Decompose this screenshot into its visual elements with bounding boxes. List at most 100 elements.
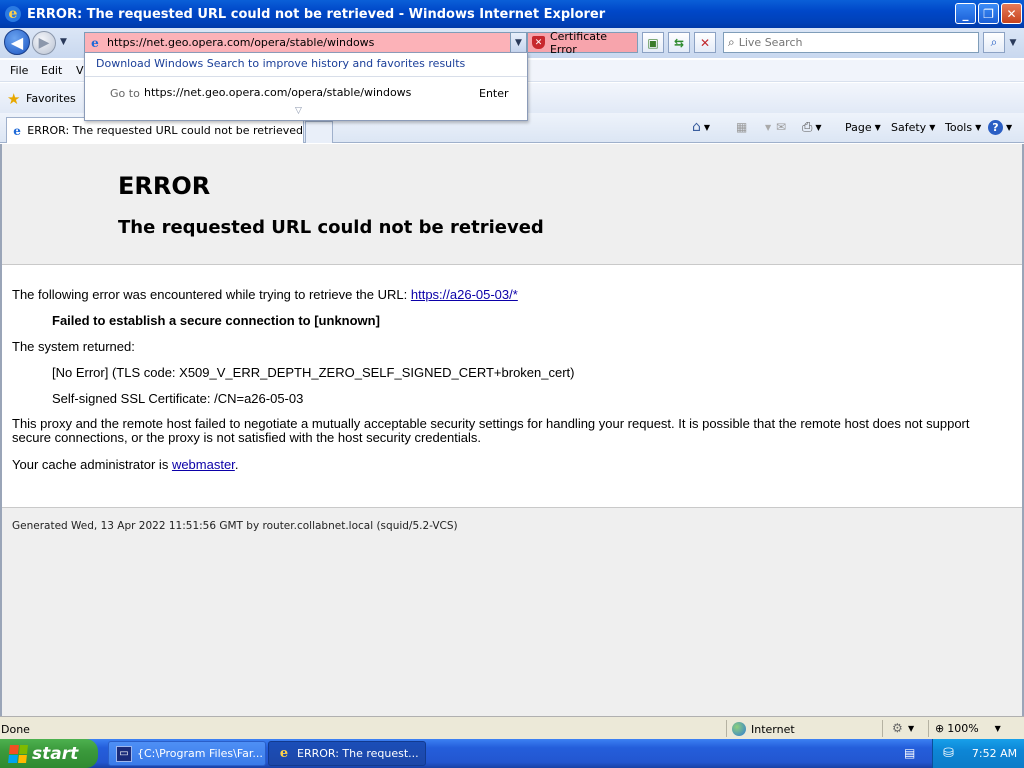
taskbar: start ▭ {C:\Program Files\Far... e ERROR… <box>0 739 1024 768</box>
print-button[interactable]: ⎙ ▼ <box>802 119 822 135</box>
expand-chevron-icon[interactable]: ▽ <box>295 106 302 116</box>
window-title: ERROR: The requested URL could not be re… <box>27 6 606 22</box>
ie-logo-icon: e <box>5 6 21 22</box>
mail-icon: ✉ <box>776 120 787 134</box>
protected-mode-icon[interactable]: ⚙ <box>892 721 903 735</box>
keyboard-icon[interactable]: ▤ <box>904 746 915 760</box>
tab-page-icon: e <box>13 123 21 138</box>
error-intro: The following error was encountered whil… <box>12 287 518 302</box>
safety-menu-button[interactable]: Safety ▼ <box>891 119 935 135</box>
error-header: ERROR The requested URL could not be ret… <box>2 144 1022 265</box>
intro-text: The following error was encountered whil… <box>12 287 411 302</box>
title-bar: e ERROR: The requested URL could not be … <box>0 0 1024 28</box>
admin-line: Your cache administrator is webmaster. <box>12 457 238 472</box>
clock[interactable]: 7:52 AM <box>972 747 1017 760</box>
favorites-button[interactable]: Favorites <box>26 92 76 105</box>
shield-error-icon: ✕ <box>532 36 545 49</box>
maximize-button[interactable]: ❐ <box>978 3 999 24</box>
refresh-icon: ⇆ <box>673 35 685 50</box>
read-mail-button[interactable]: ✉ <box>776 119 786 135</box>
home-icon: ⌂ <box>692 119 701 135</box>
admin-prefix: Your cache administrator is <box>12 457 172 472</box>
page-icon: e <box>91 35 99 50</box>
help-button[interactable]: ? ▼ <box>988 119 1012 135</box>
tls-code-message: [No Error] (TLS code: X509_V_ERR_DEPTH_Z… <box>52 365 575 380</box>
stop-button[interactable]: ✕ <box>694 32 716 53</box>
print-dropdown-icon: ▼ <box>815 122 822 132</box>
menu-edit[interactable]: Edit <box>41 64 62 77</box>
security-zone[interactable]: Internet <box>732 722 795 736</box>
taskbar-item-label: ERROR: The request... <box>297 747 419 760</box>
feeds-dropdown-icon: ▼ <box>765 122 772 132</box>
system-returned-label: The system returned: <box>12 339 135 354</box>
self-signed-message: Self-signed SSL Certificate: /CN=a26-05-… <box>52 391 304 406</box>
compatibility-view-button[interactable]: ▣ <box>642 32 664 53</box>
page-menu-button[interactable]: Page ▼ <box>845 119 881 135</box>
error-subheading: The requested URL could not be retrieved <box>118 217 544 238</box>
back-button[interactable]: ◀ <box>4 29 30 55</box>
explanation-text: This proxy and the remote host failed to… <box>12 416 970 445</box>
address-autocomplete-dropdown: Download Windows Search to improve histo… <box>84 52 528 121</box>
tools-dropdown-icon: ▼ <box>975 122 982 132</box>
new-tab-button[interactable] <box>305 121 333 143</box>
zoom-control[interactable]: ⊕ 100% ▼ <box>935 722 1001 735</box>
zone-label: Internet <box>751 722 795 736</box>
certificate-error-button[interactable]: ✕ Certificate Error <box>527 29 638 56</box>
search-input[interactable] <box>738 36 959 49</box>
generated-info: Generated Wed, 13 Apr 2022 11:51:56 GMT … <box>12 520 458 532</box>
search-icon: ⌕ <box>728 35 735 49</box>
stop-icon: ✕ <box>699 35 711 50</box>
menu-file[interactable]: File <box>10 64 28 77</box>
error-footer: Generated Wed, 13 Apr 2022 11:51:56 GMT … <box>2 507 1022 716</box>
start-label: start <box>32 743 79 764</box>
taskbar-item-ie[interactable]: e ERROR: The request... <box>268 741 426 766</box>
search-go-button[interactable]: ⌕ <box>983 32 1005 53</box>
safety-menu-label: Safety <box>891 120 927 134</box>
go-to-label: Go to <box>110 87 140 100</box>
search-options-dropdown[interactable]: ▼ <box>1006 32 1020 53</box>
go-to-url-item[interactable]: https://net.geo.opera.com/opera/stable/w… <box>144 86 411 99</box>
admin-suffix: . <box>234 457 239 472</box>
status-divider <box>726 720 727 737</box>
recent-pages-dropdown[interactable]: ▼ <box>60 37 72 49</box>
taskbar-item-label: {C:\Program Files\Far... <box>137 747 263 760</box>
enter-hint: Enter <box>479 87 509 100</box>
dropdown-divider <box>85 76 527 77</box>
webmaster-link[interactable]: webmaster <box>172 457 235 472</box>
magnifier-icon: ⌕ <box>990 35 998 49</box>
forward-arrow-icon: ▶ <box>38 35 50 51</box>
zoom-level: 100% <box>947 722 979 735</box>
feeds-button[interactable]: ▦ <box>736 119 747 135</box>
forward-button[interactable]: ▶ <box>32 31 56 55</box>
page-content: ERROR The requested URL could not be ret… <box>0 144 1024 716</box>
taskbar-item-far[interactable]: ▭ {C:\Program Files\Far... <box>108 741 266 766</box>
home-button[interactable]: ⌂ ▼ <box>692 119 710 135</box>
safety-dropdown-icon: ▼ <box>929 122 936 132</box>
certificate-error-label: Certificate Error <box>549 29 608 56</box>
start-button[interactable]: start <box>0 739 98 768</box>
help-icon: ? <box>988 119 1003 135</box>
error-heading: ERROR <box>118 172 211 200</box>
address-bar[interactable]: e <box>84 32 527 53</box>
back-arrow-icon: ◀ <box>10 32 24 52</box>
feeds-dropdown[interactable]: ▼ <box>762 119 771 135</box>
close-button[interactable]: ✕ <box>1001 3 1022 24</box>
status-divider <box>882 720 883 737</box>
network-icon[interactable]: ⛁ <box>943 746 954 761</box>
windows-search-link[interactable]: Download Windows Search to improve histo… <box>96 57 465 70</box>
page-menu-label: Page <box>845 120 872 134</box>
search-box[interactable]: ⌕ <box>723 32 979 53</box>
address-input[interactable] <box>107 33 526 52</box>
minimize-button[interactable]: _ <box>955 3 976 24</box>
requested-url-link[interactable]: https://a26-05-03/* <box>411 287 518 302</box>
address-dropdown-button[interactable]: ▼ <box>510 32 527 53</box>
protected-mode-dropdown-icon[interactable]: ▼ <box>908 724 914 733</box>
help-dropdown-icon: ▼ <box>1006 122 1013 132</box>
tools-menu-label: Tools <box>945 120 973 134</box>
refresh-button[interactable]: ⇆ <box>668 32 690 53</box>
windows-logo-icon <box>8 744 28 763</box>
tab-title: ERROR: The requested URL could not be re… <box>27 124 303 137</box>
tools-menu-button[interactable]: Tools ▼ <box>945 119 981 135</box>
zoom-dropdown-icon: ▼ <box>994 724 1001 733</box>
printer-icon: ⎙ <box>802 119 813 135</box>
